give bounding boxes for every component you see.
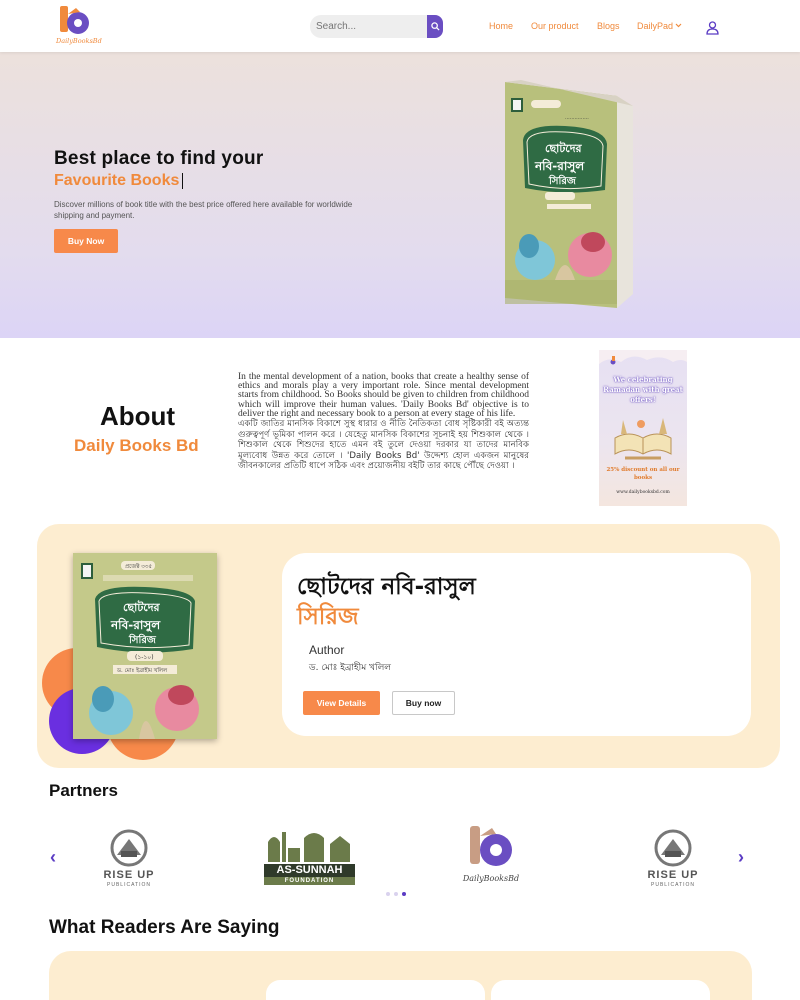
as-sunnah-emblem-icon (268, 832, 350, 862)
partner-name: RISE UP (103, 869, 155, 881)
carousel-next-icon[interactable]: › (738, 847, 744, 868)
testimonial-card (491, 980, 710, 1000)
about-text: In the mental development of a nation, b… (238, 372, 529, 472)
search-icon (430, 22, 440, 31)
partner-name: RISE UP (647, 869, 699, 881)
rise-up-emblem-icon (110, 829, 148, 867)
hero-highlight: Favourite Books (54, 172, 184, 190)
logo-icon (60, 6, 89, 34)
search-button[interactable] (427, 15, 443, 38)
featured-book-cover[interactable]: প্রজেক্ট ৩৩৫ ছোটদের নবি-রাসুল সিরিজ (১-১… (73, 553, 217, 739)
carousel-dot-active[interactable] (402, 892, 406, 896)
author-name: ড. মোঃ ইব্রাহীম খলিল (309, 663, 392, 673)
book-title-3: সিরিজ (128, 633, 157, 646)
chevron-down-icon[interactable] (675, 23, 682, 28)
hero-section (0, 52, 800, 338)
book-cover-author: ড. মোঃ ইব্রাহীম খলিল (116, 666, 168, 674)
partner-sub: PUBLICATION (651, 882, 695, 888)
about-text-bengali: একটি জাতির মানসিক বিকাশে সুস্থ ধারার ও ন… (238, 419, 529, 472)
rise-up-emblem-icon (654, 829, 692, 867)
partner-logo-dailybooksbd[interactable]: DailyBooksBd (460, 826, 522, 886)
view-details-button[interactable]: View Details (303, 691, 380, 715)
svg-text:নবি-রাসুল: নবি-রাসুল (534, 158, 585, 175)
nav-link-blogs[interactable]: Blogs (597, 21, 620, 31)
navbar: DailyBooksBd Home Our product Blogs Dail… (0, 0, 800, 52)
ramadan-offer-banner[interactable]: We celebrating Ramadan with great offers… (599, 350, 687, 506)
book-series-label: প্রজেক্ট ৩৩৫ (125, 563, 152, 570)
text-cursor (182, 172, 184, 189)
dailybooksbd-emblem-icon (470, 826, 512, 866)
partner-sub: FOUNDATION (264, 877, 355, 885)
about-text-english: In the mental development of a nation, b… (238, 372, 529, 419)
nav-link-dailypad[interactable]: DailyPad (637, 21, 673, 31)
partner-name: DailyBooksBd (462, 874, 520, 883)
book-volume: (১-১০) (135, 654, 154, 661)
user-icon[interactable] (706, 21, 719, 35)
readers-heading: What Readers Are Saying (49, 917, 280, 938)
hero-description: Discover millions of book title with the… (54, 200, 353, 220)
site-logo[interactable]: DailyBooksBd (56, 6, 102, 46)
partner-logo-rise-up-2[interactable]: RISE UP PUBLICATION (642, 829, 704, 889)
book-title-2: নবি-রাসুল (110, 617, 161, 634)
banner-url: www.dailybooksbd.com (616, 490, 670, 495)
ramadan-headline: We celebrating Ramadan with great offers… (603, 375, 683, 404)
svg-text:ছোটদের: ছোটদের (545, 141, 583, 155)
book-title-1: ছোটদের (123, 600, 161, 614)
logo-text: DailyBooksBd (56, 37, 102, 45)
featured-title-line2: সিরিজ (297, 604, 359, 630)
carousel-dot[interactable] (394, 892, 398, 896)
author-label: Author (309, 643, 345, 657)
partner-logo-rise-up[interactable]: RISE UP PUBLICATION (98, 829, 160, 889)
hero-title: Best place to find your (54, 148, 264, 169)
hero-book-image: ··············· ছোটদের নবি-রাসুল সিরিজ (505, 80, 633, 308)
open-book-icon (614, 418, 672, 460)
buy-now-button[interactable]: Buy Now (54, 229, 118, 253)
about-title: About (100, 401, 176, 431)
svg-text:সিরিজ: সিরিজ (548, 174, 577, 187)
about-subtitle: Daily Books Bd (74, 436, 199, 455)
buy-now-secondary-button[interactable]: Buy now (392, 691, 455, 715)
partners-heading: Partners (49, 781, 118, 800)
hero-highlight-text: Favourite Books (54, 172, 180, 189)
discount-text: 25% discount on all our books (606, 467, 680, 481)
partner-name: AS-SUNNAH (264, 864, 355, 877)
testimonial-card (266, 980, 485, 1000)
svg-text:···············: ··············· (565, 116, 589, 122)
carousel-prev-icon[interactable]: ‹ (50, 847, 56, 868)
nav-link-our-product[interactable]: Our product (531, 21, 579, 31)
carousel-dot[interactable] (386, 892, 390, 896)
search-bar (310, 15, 443, 38)
search-input[interactable] (310, 15, 430, 38)
partner-logo-as-sunnah[interactable]: AS-SUNNAH FOUNDATION (264, 828, 355, 888)
nav-link-home[interactable]: Home (489, 21, 513, 31)
partner-sub: PUBLICATION (107, 882, 151, 888)
